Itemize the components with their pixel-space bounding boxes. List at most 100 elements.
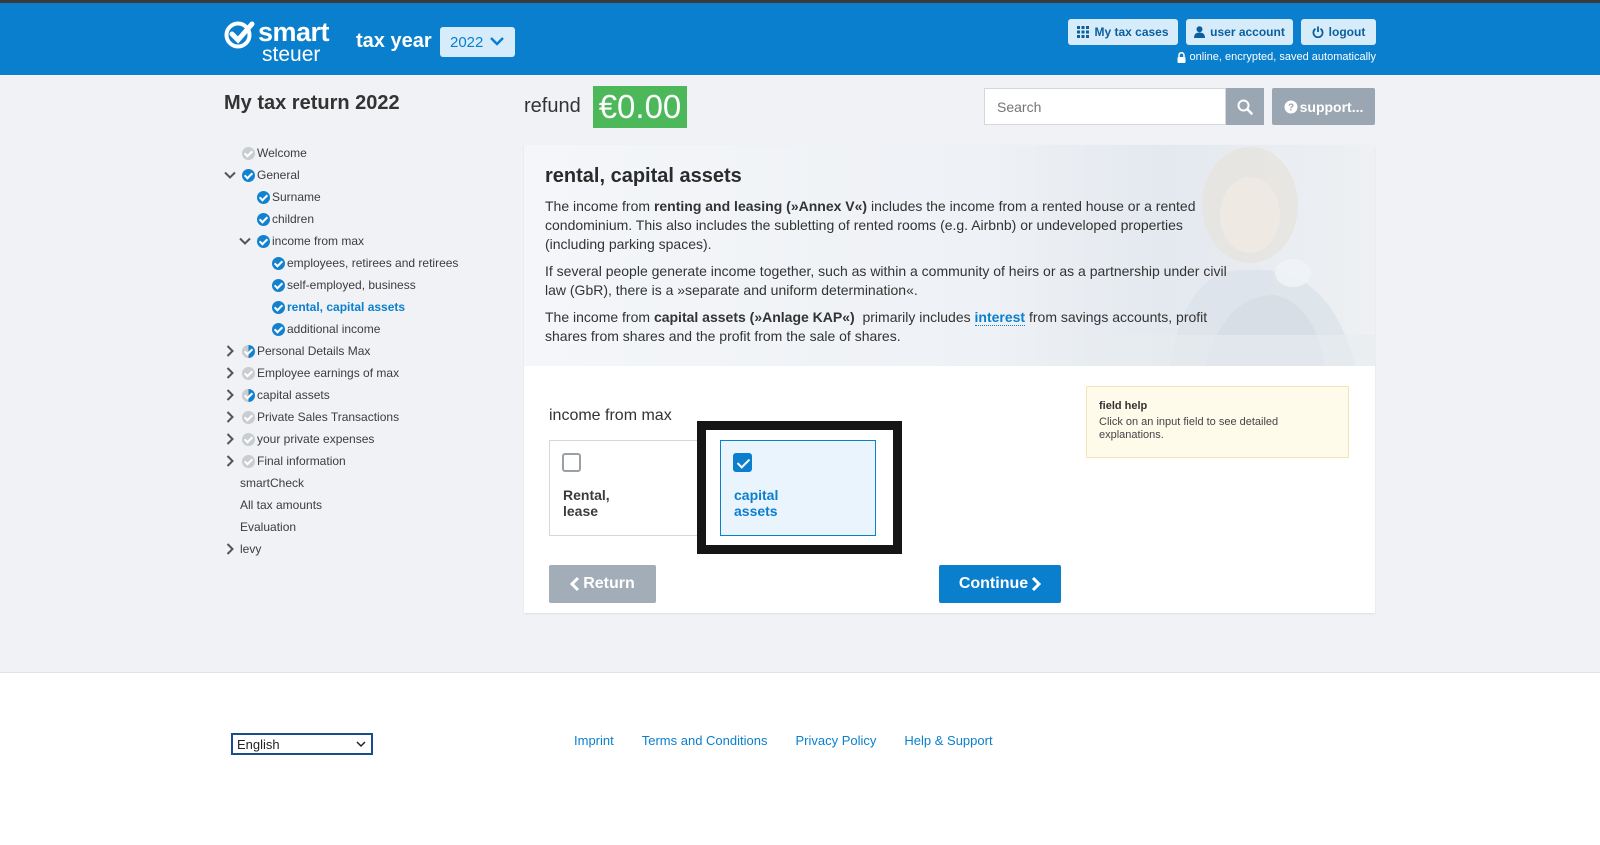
power-icon — [1312, 26, 1324, 38]
chevron-right-icon — [226, 455, 234, 467]
smartsteuer-logo[interactable]: smart steuer — [224, 17, 336, 66]
intro-text-segment: primarily includes — [854, 309, 975, 325]
nav-label: smartCheck — [240, 476, 305, 490]
interest-link[interactable]: interest — [974, 309, 1026, 326]
nav-item-all-tax-amounts[interactable]: All tax amounts — [240, 495, 322, 515]
footer-link-imprint[interactable]: Imprint — [574, 733, 614, 748]
check-icon — [257, 234, 270, 248]
check-icon — [257, 212, 270, 226]
card-title: rental, capital assets — [545, 165, 742, 187]
footer-link-terms[interactable]: Terms and Conditions — [642, 733, 768, 748]
chevron-right-icon — [226, 389, 234, 401]
footer-link-help-support[interactable]: Help & Support — [904, 733, 992, 748]
nav-item-additional-income[interactable]: additional income — [272, 319, 380, 339]
refund-label: refund — [524, 95, 581, 117]
logo-check-icon — [224, 21, 255, 49]
tax-year-value: 2022 — [450, 33, 484, 51]
my-tax-cases-label: My tax cases — [1094, 25, 1169, 39]
nav-item-rental-capital-assets[interactable]: rental, capital assets — [272, 297, 405, 317]
language-value: English — [237, 736, 280, 752]
nav-item-employee-earnings[interactable]: Employee earnings of max — [224, 363, 399, 383]
search-icon — [1237, 99, 1253, 115]
nav-item-income-from-max[interactable]: income from max — [239, 231, 364, 251]
continue-button[interactable]: Continue — [939, 565, 1061, 603]
tax-year-select[interactable]: 2022 — [440, 27, 515, 57]
nav-item-self-employed[interactable]: self-employed, business — [272, 275, 416, 295]
nav-label: Evaluation — [240, 520, 297, 534]
svg-text:?: ? — [1288, 102, 1294, 113]
nav-label: levy — [240, 542, 262, 556]
help-circle-icon: ? — [1284, 100, 1298, 113]
option-rental-lease[interactable]: Rental, lease — [549, 440, 705, 536]
highlight-box — [697, 421, 902, 554]
chevron-right-icon — [226, 433, 234, 445]
checkbox[interactable] — [562, 453, 581, 472]
intro-paragraph-2: If several people generate income togeth… — [545, 263, 1227, 298]
nav-item-levy[interactable]: levy — [224, 539, 261, 559]
intro-paragraph-1: The income from renting and leasing (»An… — [545, 197, 1245, 254]
nav-label: income from max — [272, 234, 365, 248]
nav-item-capital-assets[interactable]: capital assets — [224, 385, 330, 405]
footer-link-privacy[interactable]: Privacy Policy — [795, 733, 876, 748]
my-tax-cases-button[interactable]: My tax cases — [1068, 19, 1178, 45]
nav-item-children[interactable]: children — [257, 209, 314, 229]
chevron-right-icon — [226, 367, 234, 379]
search-input[interactable] — [984, 88, 1226, 125]
nav-item-private-expenses[interactable]: your private expenses — [224, 429, 374, 449]
check-icon — [242, 366, 255, 380]
intro-text-segment: The income from — [545, 309, 654, 325]
nav-item-final-information[interactable]: Final information — [224, 451, 346, 471]
intro-text: The income from renting and leasing (»An… — [545, 197, 1245, 354]
chevron-right-icon — [226, 345, 234, 357]
search-button[interactable] — [1226, 88, 1264, 125]
chevron-right-icon — [226, 543, 234, 555]
nav-label: Surname — [272, 190, 321, 204]
chevron-down-icon — [356, 741, 366, 748]
logout-label: logout — [1328, 25, 1366, 39]
check-icon — [242, 388, 255, 402]
return-label: Return — [583, 575, 635, 592]
language-select[interactable]: English — [231, 733, 373, 755]
check-icon — [242, 146, 255, 160]
nav-item-general[interactable]: General — [224, 165, 300, 185]
intro-paragraph-3: The income from capital assets (»Anlage … — [545, 308, 1245, 346]
logout-button[interactable]: logout — [1301, 19, 1376, 45]
nav-item-smartcheck[interactable]: smartCheck — [240, 473, 304, 493]
check-icon — [242, 410, 255, 424]
user-account-button[interactable]: user account — [1186, 19, 1293, 45]
support-button[interactable]: ? support... — [1272, 88, 1375, 125]
check-icon — [272, 300, 285, 314]
nav-item-private-sales[interactable]: Private Sales Transactions — [224, 407, 399, 427]
footer-links: Imprint Terms and Conditions Privacy Pol… — [574, 733, 993, 748]
field-help-title: field help — [1099, 400, 1148, 412]
chevron-down-icon — [490, 37, 504, 46]
intro-text-segment: The income from — [545, 198, 654, 214]
chevron-left-icon — [570, 576, 580, 592]
nav-label: All tax amounts — [240, 498, 323, 512]
chevron-right-icon — [226, 411, 234, 423]
section-label: income from max — [549, 407, 672, 424]
content-card: rental, capital assets The income from r… — [524, 145, 1375, 613]
nav-item-surname[interactable]: Surname — [257, 187, 321, 207]
nav-item-welcome[interactable]: Welcome — [242, 143, 307, 163]
nav-label: Final information — [257, 454, 346, 468]
nav-label: additional income — [287, 322, 381, 336]
nav-label: rental, capital assets — [287, 300, 406, 314]
chevron-down-icon — [239, 237, 251, 245]
nav-item-personal-details-max[interactable]: Personal Details Max — [224, 341, 370, 361]
check-icon — [242, 168, 255, 182]
nav-label: Welcome — [257, 146, 307, 160]
check-icon — [272, 256, 285, 270]
nav-label: Employee earnings of max — [257, 366, 400, 380]
nav-label: your private expenses — [257, 432, 375, 446]
nav-label: Personal Details Max — [257, 344, 371, 358]
support-label: support... — [1299, 98, 1364, 115]
user-icon — [1194, 26, 1206, 38]
check-icon — [242, 454, 255, 468]
nav-item-employees[interactable]: employees, retirees and retirees — [272, 253, 458, 273]
check-icon — [257, 190, 270, 204]
nav-item-evaluation[interactable]: Evaluation — [240, 517, 296, 537]
nav-label: employees, retirees and retirees — [287, 256, 459, 270]
field-help-text: Click on an input field to see detailed … — [1099, 416, 1279, 441]
return-button[interactable]: Return — [549, 565, 656, 603]
